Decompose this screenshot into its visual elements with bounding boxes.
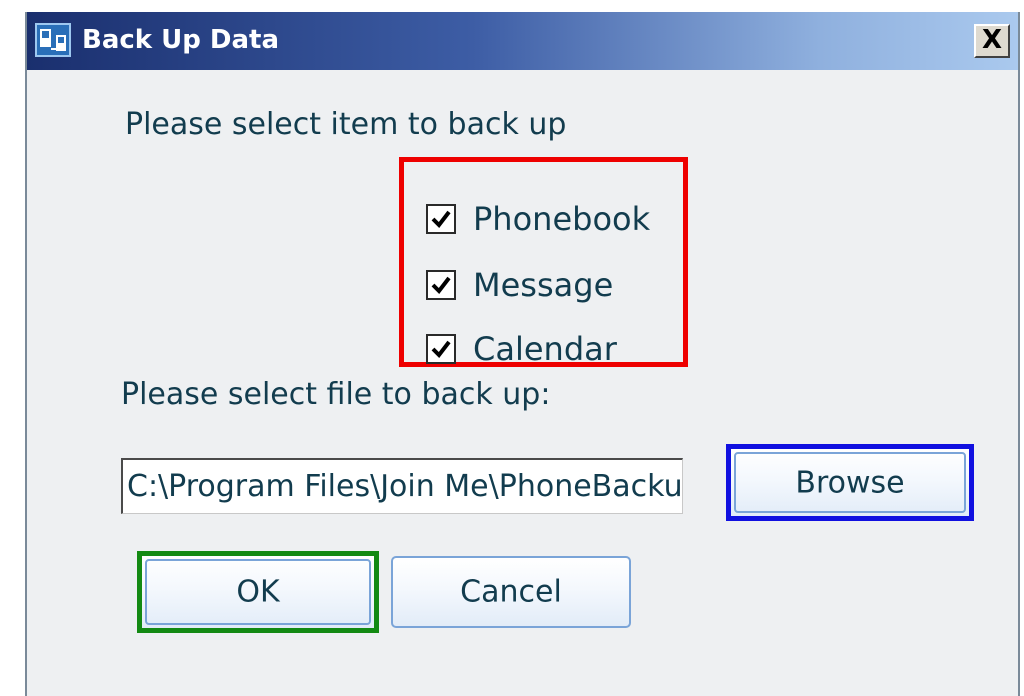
back-up-data-dialog: Back Up Data X Please select item to bac… — [25, 12, 1020, 696]
window-title: Back Up Data — [82, 25, 279, 55]
items-prompt: Please select item to back up — [125, 107, 567, 142]
close-button[interactable]: X — [974, 24, 1010, 58]
browse-button[interactable]: Browse — [726, 444, 974, 521]
backup-path-field[interactable] — [121, 458, 683, 514]
cancel-button[interactable]: Cancel — [391, 556, 631, 628]
checkbox-checked-icon[interactable] — [426, 334, 456, 364]
cancel-button-label: Cancel — [460, 574, 562, 610]
close-icon: X — [981, 25, 1003, 55]
ok-button-label: OK — [236, 574, 280, 610]
file-prompt: Please select file to back up: — [121, 377, 551, 412]
backup-path-input[interactable] — [127, 460, 682, 512]
checkbox-label: Calendar — [473, 330, 617, 368]
title-bar[interactable]: Back Up Data X — [27, 12, 1018, 70]
checkbox-checked-icon[interactable] — [426, 270, 456, 300]
browse-button-label: Browse — [795, 465, 905, 500]
backup-items-group: Phonebook Message Calendar — [399, 157, 688, 368]
checkbox-checked-icon[interactable] — [426, 204, 456, 234]
ok-button[interactable]: OK — [137, 551, 379, 633]
checkbox-label: Phonebook — [473, 200, 651, 238]
phone-sync-icon — [35, 23, 71, 57]
checkbox-label: Message — [473, 266, 614, 304]
